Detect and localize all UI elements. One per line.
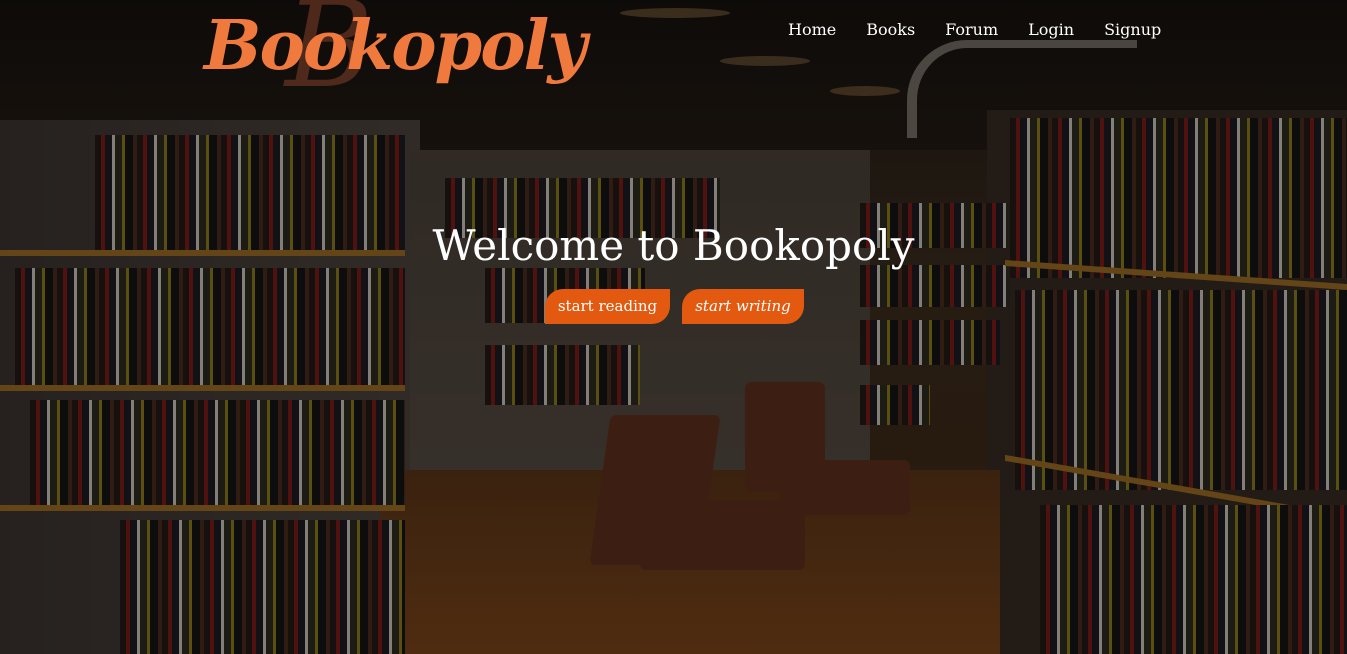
nav-forum-link[interactable]: Forum [945, 18, 998, 42]
hero-title: Welcome to Bookopoly [0, 220, 1347, 272]
nav-home-link[interactable]: Home [788, 18, 836, 42]
nav-books-link[interactable]: Books [866, 18, 915, 42]
start-reading-button[interactable]: start reading [545, 289, 670, 324]
start-writing-button[interactable]: start writing [682, 289, 804, 324]
nav-signup-link[interactable]: Signup [1104, 18, 1161, 42]
nav-login-link[interactable]: Login [1028, 18, 1074, 42]
hero-title-text: Welcome to Bookopoly [432, 221, 915, 270]
main-nav: Home Books Forum Login Signup [788, 18, 1191, 42]
hero-background [0, 0, 1347, 654]
logo-text: Bookopoly [204, 6, 587, 86]
dark-overlay [0, 0, 1347, 654]
